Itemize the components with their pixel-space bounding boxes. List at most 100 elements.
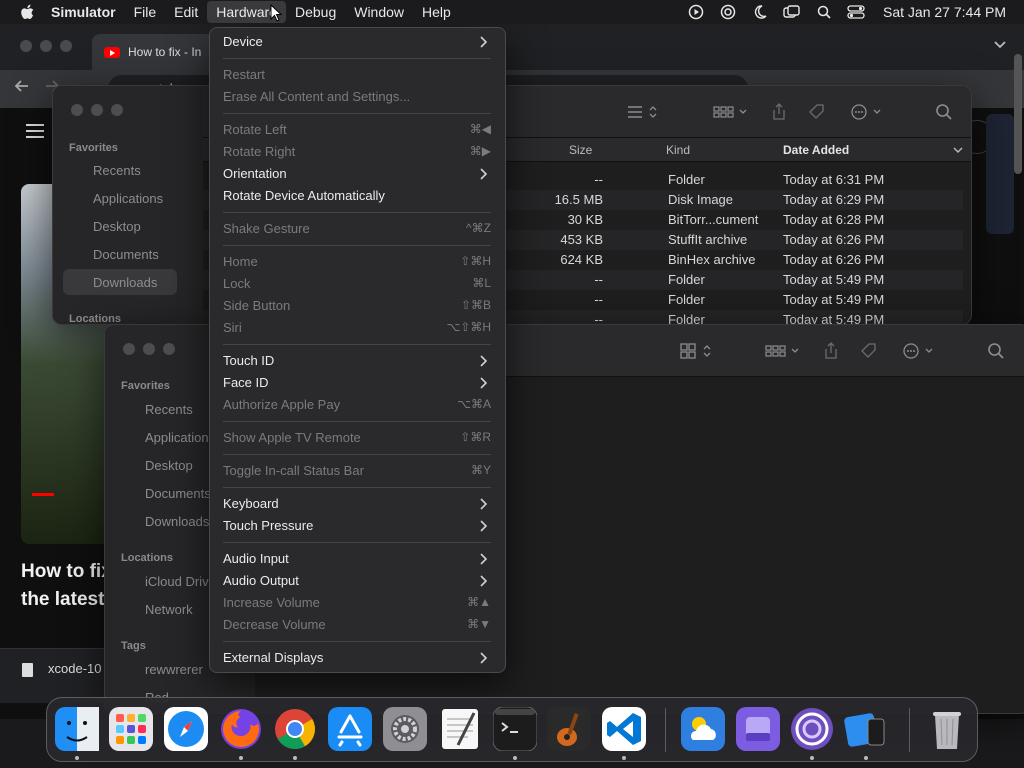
garageband-icon[interactable]: [547, 707, 591, 751]
menu-icon[interactable]: [26, 124, 44, 138]
sidebar-item-icloud[interactable]: iCloud Drive: [145, 574, 216, 589]
zoom-window-button[interactable]: [60, 40, 72, 52]
menu-help[interactable]: Help: [413, 1, 460, 23]
menu-item-face-id[interactable]: Face ID: [223, 372, 491, 394]
menu-app-name[interactable]: Simulator: [42, 1, 125, 23]
tag-icon[interactable]: [859, 341, 879, 361]
sidebar-item-downloads[interactable]: Downloads: [145, 514, 209, 529]
chrome-icon[interactable]: [273, 707, 317, 751]
menu-item-increase-volume[interactable]: Increase Volume ⌘▲: [223, 592, 491, 614]
control-center-icon[interactable]: [847, 3, 865, 21]
menu-separator: [223, 421, 491, 422]
menu-item-external-displays[interactable]: External Displays: [223, 647, 491, 669]
menu-item-decrease-volume[interactable]: Decrease Volume ⌘▼: [223, 614, 491, 636]
safari-icon[interactable]: [164, 707, 208, 751]
textedit-icon[interactable]: [438, 707, 482, 751]
sidebar-item-documents[interactable]: Documents: [145, 486, 211, 501]
search-icon[interactable]: [933, 102, 955, 122]
vpn-icon[interactable]: [719, 3, 737, 21]
close-window-button[interactable]: [71, 104, 83, 116]
windows-icon[interactable]: [783, 3, 801, 21]
search-icon[interactable]: [815, 3, 833, 21]
weather-icon[interactable]: [681, 707, 725, 751]
menu-file[interactable]: File: [125, 1, 166, 23]
minimize-window-button[interactable]: [40, 40, 52, 52]
share-icon[interactable]: [821, 341, 841, 361]
disk-utility-icon[interactable]: [736, 707, 780, 751]
menu-item-show-apple-tv-remote[interactable]: Show Apple TV Remote ⇧⌘R: [223, 427, 491, 449]
trash-icon[interactable]: [925, 707, 969, 751]
menu-item-rotate-right[interactable]: Rotate Right ⌘▶: [223, 141, 491, 163]
sidebar-item-applications[interactable]: Applications: [145, 430, 215, 445]
sidebar-item-tag[interactable]: rewwrerer: [145, 662, 203, 677]
bittorrent-icon[interactable]: [790, 707, 834, 751]
sidebar-item-desktop[interactable]: Desktop: [93, 219, 141, 234]
simulator-icon[interactable]: [844, 707, 888, 751]
system-settings-icon[interactable]: [383, 707, 427, 751]
scrollbar[interactable]: [1014, 54, 1022, 174]
sidebar-item-documents[interactable]: Documents: [93, 247, 159, 262]
menu-item-home[interactable]: Home ⇧⌘H: [223, 251, 491, 273]
video-title[interactable]: How to fix the latest: [21, 558, 106, 614]
chevron-down-icon[interactable]: [994, 38, 1006, 52]
group-icon[interactable]: [711, 102, 751, 122]
date-added-column-header[interactable]: Date Added: [783, 143, 849, 157]
menu-item-lock[interactable]: Lock ⌘L: [223, 273, 491, 295]
menu-edit[interactable]: Edit: [165, 1, 207, 23]
menu-item-rotate-device-automatically[interactable]: Rotate Device Automatically: [223, 185, 491, 207]
menu-item-keyboard[interactable]: Keyboard: [223, 493, 491, 515]
group-icon[interactable]: [763, 341, 803, 361]
menu-item-label: Show Apple TV Remote: [223, 430, 361, 445]
menu-item-touch-pressure[interactable]: Touch Pressure: [223, 515, 491, 537]
sidebar-item-downloads[interactable]: Downloads: [93, 275, 157, 290]
menu-item-shake-gesture[interactable]: Shake Gesture ^⌘Z: [223, 218, 491, 240]
menu-item-side-button[interactable]: Side Button ⇧⌘B: [223, 295, 491, 317]
more-actions-icon[interactable]: [900, 341, 940, 361]
terminal-icon[interactable]: [492, 706, 538, 752]
share-icon[interactable]: [769, 102, 789, 122]
menu-item-orientation[interactable]: Orientation: [223, 163, 491, 185]
close-window-button[interactable]: [123, 343, 135, 355]
firefox-icon[interactable]: [219, 707, 263, 751]
tag-icon[interactable]: [807, 102, 827, 122]
launchpad-icon[interactable]: [109, 707, 153, 751]
apple-menu-icon[interactable]: [16, 0, 38, 24]
sidebar-item-network[interactable]: Network: [145, 602, 193, 617]
close-window-button[interactable]: [20, 40, 32, 52]
sidebar-item-desktop[interactable]: Desktop: [145, 458, 193, 473]
finder-icon[interactable]: [55, 707, 99, 751]
sidebar-item-applications[interactable]: Applications: [93, 191, 163, 206]
menu-item-audio-output[interactable]: Audio Output: [223, 570, 491, 592]
menu-item-toggle-in-call-status-bar[interactable]: Toggle In-call Status Bar ⌘Y: [223, 460, 491, 482]
app-store-icon[interactable]: [328, 707, 372, 751]
play-circle-icon[interactable]: [687, 3, 705, 21]
menu-item-touch-id[interactable]: Touch ID: [223, 350, 491, 372]
menu-item-siri[interactable]: Siri ⌥⇧⌘H: [223, 317, 491, 339]
kind-column-header[interactable]: Kind: [666, 143, 690, 157]
chevron-down-icon[interactable]: [953, 143, 963, 157]
download-item[interactable]: xcode-10: [48, 661, 101, 676]
back-arrow-icon[interactable]: [14, 78, 30, 99]
sidebar-item-recents[interactable]: Recents: [93, 163, 141, 178]
menu-item-authorize-apple-pay[interactable]: Authorize Apple Pay ⌥⌘A: [223, 394, 491, 416]
icon-view-icon[interactable]: [677, 341, 717, 361]
sidebar-item-recents[interactable]: Recents: [145, 402, 193, 417]
minimize-window-button[interactable]: [143, 343, 155, 355]
zoom-window-button[interactable]: [111, 104, 123, 116]
menu-item-restart[interactable]: Restart: [223, 64, 491, 86]
search-icon[interactable]: [985, 341, 1007, 361]
menu-item-audio-input[interactable]: Audio Input: [223, 548, 491, 570]
menubar-clock[interactable]: Sat Jan 27 7:44 PM: [883, 4, 1006, 20]
size-column-header[interactable]: Size: [569, 143, 592, 157]
menu-debug[interactable]: Debug: [286, 1, 345, 23]
zoom-window-button[interactable]: [163, 343, 175, 355]
moon-icon[interactable]: [751, 3, 769, 21]
minimize-window-button[interactable]: [91, 104, 103, 116]
menu-item-device[interactable]: Device: [223, 31, 491, 53]
list-view-icon[interactable]: [623, 102, 663, 122]
menu-item-rotate-left[interactable]: Rotate Left ⌘◀: [223, 119, 491, 141]
menu-item-erase-all-content-and-settings[interactable]: Erase All Content and Settings...: [223, 86, 491, 108]
menu-window[interactable]: Window: [345, 1, 413, 23]
vscode-icon[interactable]: [602, 707, 646, 751]
more-actions-icon[interactable]: [848, 102, 888, 122]
